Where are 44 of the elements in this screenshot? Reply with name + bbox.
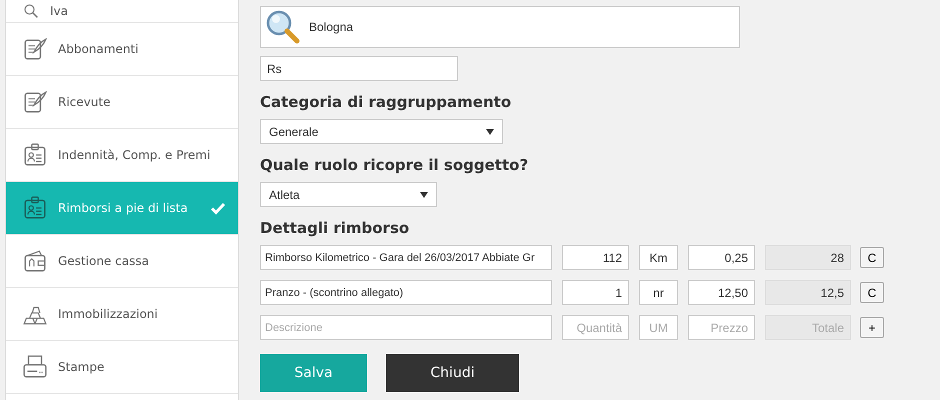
- role-dropdown[interactable]: Atleta: [260, 182, 437, 207]
- unit-field[interactable]: Km: [639, 245, 678, 270]
- sidebar-item[interactable]: Abbonamenti: [6, 23, 238, 76]
- clear-button[interactable]: C: [860, 247, 884, 268]
- clear-button[interactable]: C: [860, 282, 884, 303]
- description-field[interactable]: Descrizione: [260, 315, 552, 340]
- price-field[interactable]: 0,25: [688, 245, 755, 270]
- document-quill-icon: [22, 36, 48, 62]
- close-button[interactable]: Chiudi: [386, 354, 519, 392]
- price-field[interactable]: Prezzo: [688, 315, 755, 340]
- section-heading: Categoria di raggruppamento: [260, 93, 512, 111]
- sidebar-item[interactable]: Gestione cassa: [6, 235, 238, 288]
- add-row-button[interactable]: +: [860, 317, 884, 338]
- total-field[interactable]: Totale: [765, 315, 851, 340]
- document-quill-icon: [22, 89, 48, 115]
- id-badge-icon: [22, 142, 48, 168]
- sidebar-item[interactable]: Stampe: [6, 341, 238, 394]
- section-heading: Quale ruolo ricopre il soggetto?: [260, 156, 528, 174]
- quantity-field[interactable]: 112: [562, 245, 629, 270]
- quantity-field[interactable]: Quantità: [562, 315, 629, 340]
- printer-icon: [22, 354, 48, 380]
- sidebar-item[interactable]: Ricevute: [6, 76, 238, 129]
- quantity-field[interactable]: 1: [562, 280, 629, 305]
- sidebar-item[interactable]: Immobilizzazioni: [6, 288, 238, 341]
- description-field[interactable]: Pranzo - (scontrino allegato): [260, 280, 552, 305]
- code-field[interactable]: Rs: [260, 56, 458, 81]
- section-heading: Dettagli rimborso: [260, 219, 410, 237]
- price-field[interactable]: 12,50: [688, 280, 755, 305]
- category-dropdown[interactable]: Generale: [260, 119, 503, 144]
- search-value: Bologna: [309, 20, 354, 34]
- search-icon: [265, 9, 301, 45]
- caret-icon: [486, 128, 494, 134]
- id-badge-icon: [22, 195, 48, 221]
- total-field[interactable]: 28: [765, 245, 851, 270]
- total-field[interactable]: 12,5: [765, 280, 851, 305]
- sidebar-item[interactable]: Iva: [6, 0, 238, 23]
- caret-icon: [420, 192, 428, 198]
- checkmark-icon: [210, 200, 226, 216]
- wallet-icon: [22, 248, 48, 274]
- description-field[interactable]: Rimborso Kilometrico - Gara del 26/03/2017 Abbiate Gr: [260, 245, 552, 270]
- search-field[interactable]: Bologna: [260, 6, 740, 48]
- magnifier-icon: [22, 2, 40, 20]
- unit-field[interactable]: UM: [639, 315, 678, 340]
- unit-field[interactable]: nr: [639, 280, 678, 305]
